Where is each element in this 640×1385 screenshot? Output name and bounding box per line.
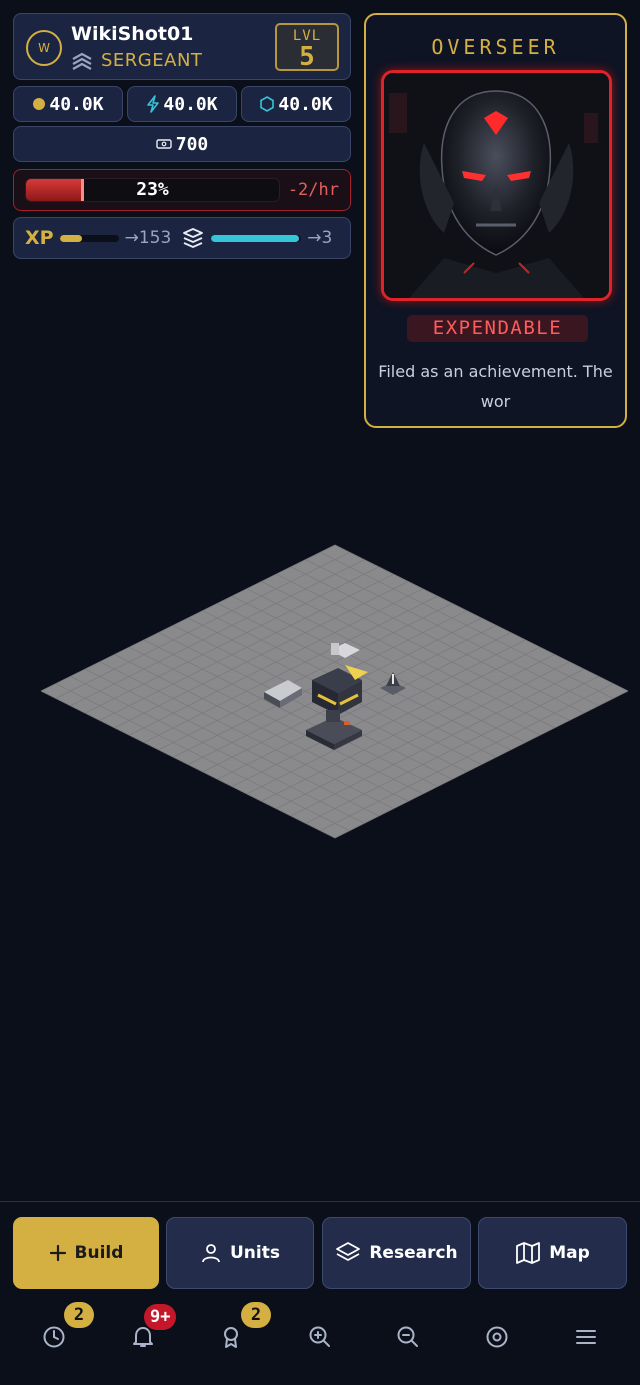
clock-icon (43, 1326, 65, 1348)
zoom-in-nav[interactable] (305, 1322, 335, 1352)
research-button[interactable]: Research (322, 1217, 471, 1289)
achievements-nav[interactable] (216, 1322, 246, 1352)
history-nav[interactable] (39, 1322, 69, 1352)
menu-nav[interactable] (571, 1322, 601, 1352)
build-button[interactable]: Build (13, 1217, 159, 1289)
map-label: Map (549, 1243, 590, 1263)
map-icon (516, 1242, 541, 1264)
gold-value: 40.0K (49, 93, 104, 115)
target-icon (486, 1326, 508, 1348)
achievements-badge: 2 (241, 1302, 271, 1328)
rank-track (211, 234, 302, 242)
map-button[interactable]: Map (478, 1217, 627, 1289)
tickets-resource[interactable]: 700 (13, 126, 351, 162)
build-label: Build (74, 1243, 124, 1263)
action-bar: Build Units Research Map 2 9+ 2 (0, 1201, 640, 1385)
lightning-icon (147, 95, 160, 113)
xp-fill (59, 234, 82, 242)
overseer-portrait (381, 70, 612, 301)
award-icon (224, 1327, 238, 1348)
zoom-in-icon (309, 1326, 330, 1347)
rank-fill (211, 234, 300, 242)
level-number: 5 (299, 42, 315, 72)
plus-icon (49, 1244, 66, 1262)
user-icon (202, 1244, 220, 1263)
xp-track (59, 234, 119, 242)
player-name: WikiShot01 (71, 23, 194, 45)
units-button[interactable]: Units (166, 1217, 314, 1289)
player-card[interactable]: W WikiShot01 SERGEANT LVL 5 (13, 13, 351, 80)
tickets-value: 700 (175, 133, 209, 155)
zoom-out-nav[interactable] (393, 1322, 423, 1352)
overseer-card[interactable]: OVERSEER EXPENDABLE Filed as an achievem… (364, 13, 627, 428)
zoom-out-icon (397, 1326, 418, 1347)
overseer-title: OVERSEER (431, 35, 560, 59)
menu-icon (576, 1330, 596, 1344)
layers-icon (336, 1242, 361, 1261)
level-box: LVL 5 (275, 23, 339, 71)
status-badge: EXPENDABLE (407, 315, 588, 342)
robot-face-icon (384, 73, 609, 298)
morale-bar: 23% -2/hr (13, 169, 351, 211)
progress-row: XP →153 →3 (13, 217, 351, 259)
base-map[interactable] (0, 440, 640, 1200)
chevron-rank-icon (72, 52, 92, 70)
research-label: Research (369, 1243, 458, 1263)
crystal-value: 40.0K (278, 93, 333, 115)
crystal-resource[interactable]: 40.0K (241, 86, 351, 122)
gold-resource[interactable]: 40.0K (13, 86, 123, 122)
overseer-description: Filed as an achievement. The wor (378, 362, 613, 411)
notifications-badge: 9+ (144, 1304, 177, 1330)
energy-resource[interactable]: 40.0K (127, 86, 237, 122)
hexagon-icon (260, 96, 275, 112)
history-badge: 2 (64, 1302, 94, 1328)
coin-icon (33, 98, 46, 110)
rank-title: SERGEANT (101, 50, 203, 71)
isometric-grid[interactable] (0, 440, 640, 1200)
xp-next: →153 (124, 228, 172, 248)
morale-percent: 23% (136, 179, 169, 200)
xp-label: XP (25, 227, 54, 249)
ticket-icon (156, 139, 172, 149)
energy-value: 40.0K (163, 93, 218, 115)
units-label: Units (230, 1243, 280, 1263)
recenter-nav[interactable] (482, 1322, 512, 1352)
morale-rate: -2/hr (287, 180, 339, 200)
rank-next: →3 (307, 228, 333, 248)
rank-stack-icon (183, 228, 204, 248)
avatar: W (26, 30, 62, 66)
rank-row: SERGEANT (71, 50, 202, 71)
